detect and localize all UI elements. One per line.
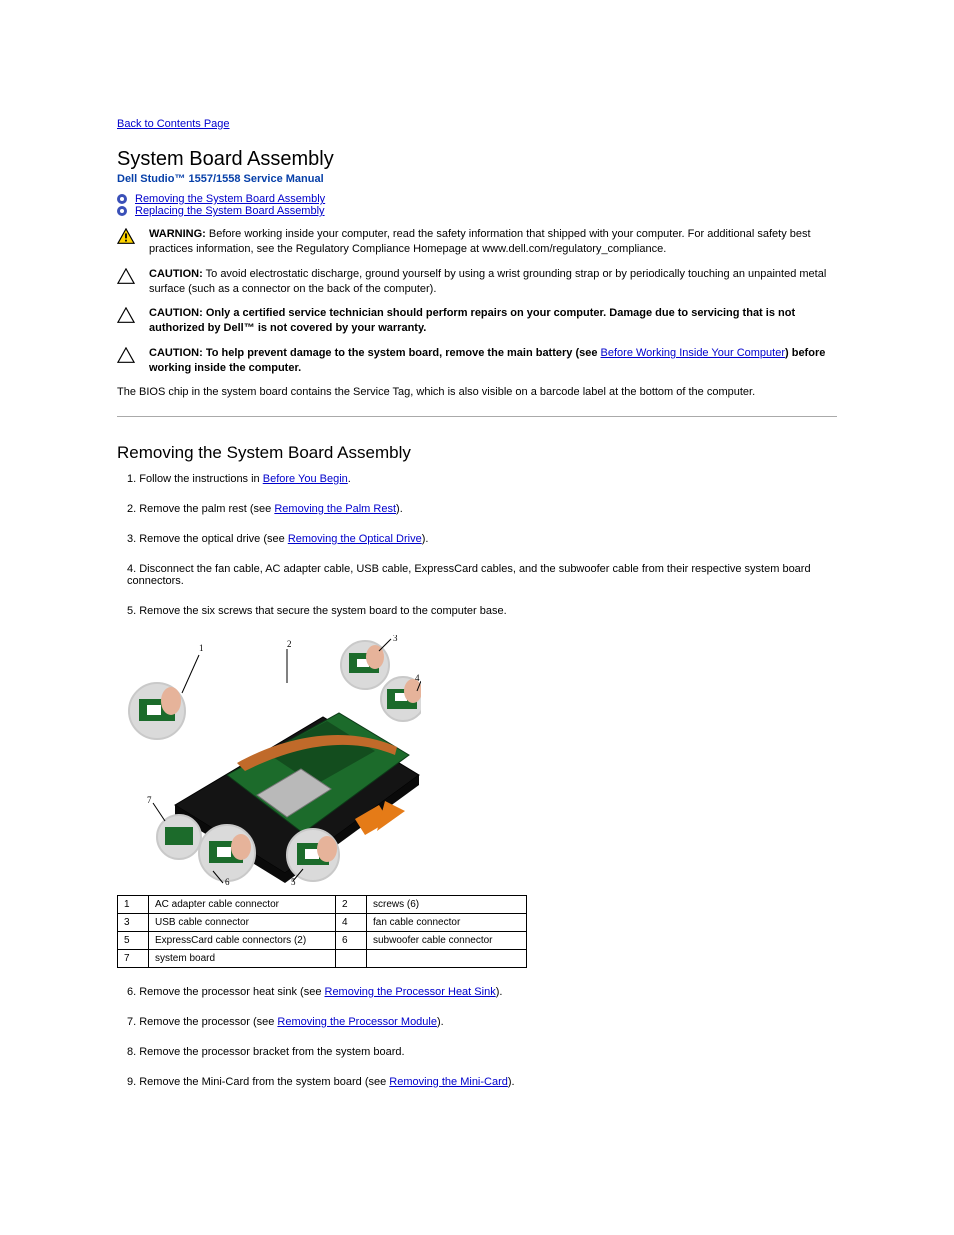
step-3: Remove the optical drive (see Removing t… [121,533,837,545]
step-6-text-b: ). [496,986,503,998]
step-8: Remove the processor bracket from the sy… [121,1046,837,1058]
cell-num: 6 [336,931,367,949]
svg-text:6: 6 [225,877,230,885]
cell-num: 1 [118,895,149,913]
step-5: Remove the six screws that secure the sy… [121,605,837,617]
cell-num: 7 [118,949,149,967]
cell-num: 2 [336,895,367,913]
steps-list: Follow the instructions in Before You Be… [121,473,837,617]
section-remove-heading: Removing the System Board Assembly [117,443,837,463]
step-2: Remove the palm rest (see Removing the P… [121,503,837,515]
system-board-figure: 1 2 3 4 5 6 7 [117,635,421,885]
toc-remove-sysboard-link[interactable]: Removing the System Board Assembly [135,193,325,205]
caution-3-text: CAUTION: To help prevent damage to the s… [149,346,837,376]
svg-text:2: 2 [287,639,292,649]
caution-2-text: CAUTION: Only a certified service techni… [149,306,837,336]
step-9-text-b: ). [508,1076,515,1088]
svg-text:3: 3 [393,635,398,643]
caution-callout-1: CAUTION: To avoid electrostatic discharg… [117,267,837,297]
cell-num: 3 [118,913,149,931]
step-7-text-b: ). [437,1016,444,1028]
manual-subtitle: Dell Studio™ 1557/1558 Service Manual [117,173,837,185]
step-3-text-b: ). [422,533,429,545]
bios-intro-text: The BIOS chip in the system board contai… [117,386,837,398]
cell-label: system board [149,949,336,967]
table-row: 1 AC adapter cable connector 2 screws (6… [118,895,527,913]
step-9-text-a: Remove the Mini-Card from the system boa… [139,1076,389,1088]
cell-label: fan cable connector [367,913,527,931]
step-8-text-a: Remove the processor bracket from the sy… [139,1046,404,1058]
step-1-text-b: . [348,473,351,485]
step-4: Disconnect the fan cable, AC adapter cab… [121,563,837,587]
caution-callout-3: CAUTION: To help prevent damage to the s… [117,346,837,376]
cell-label: subwoofer cable connector [367,931,527,949]
caution-icon [117,268,135,287]
removing-heat-sink-link[interactable]: Removing the Processor Heat Sink [325,986,496,998]
toc: Removing the System Board Assembly Repla… [117,193,837,217]
caution-2-body-b: is not covered by your warranty. [258,322,427,334]
step-6: Remove the processor heat sink (see Remo… [121,986,837,998]
caution-icon [117,307,135,326]
step-1: Follow the instructions in Before You Be… [121,473,837,485]
step-7-text-a: Remove the processor (see [139,1016,277,1028]
caution-1-body: To avoid electrostatic discharge, ground… [149,268,826,295]
removing-optical-drive-link[interactable]: Removing the Optical Drive [288,533,422,545]
step-2-text-b: ). [396,503,403,515]
cell-label: ExpressCard cable connectors (2) [149,931,336,949]
caution-3-lead: CAUTION: [149,347,203,359]
cell-num: 4 [336,913,367,931]
svg-text:5: 5 [291,877,296,885]
before-you-begin-link[interactable]: Before You Begin [263,473,348,485]
removing-mini-card-link[interactable]: Removing the Mini-Card [389,1076,508,1088]
cell-num [336,949,367,967]
caution-1-text: CAUTION: To avoid electrostatic discharg… [149,267,837,297]
caution-callout-2: CAUTION: Only a certified service techni… [117,306,837,336]
step-1-text-a: Follow the instructions in [139,473,263,485]
cell-label [367,949,527,967]
step-3-text-a: Remove the optical drive (see [139,533,288,545]
warning-body: Before working inside your computer, rea… [149,228,811,255]
step-9: Remove the Mini-Card from the system boa… [121,1076,837,1088]
table-row: 7 system board [118,949,527,967]
step-2-text-a: Remove the palm rest (see [139,503,274,515]
toc-replace-sysboard-link[interactable]: Replacing the System Board Assembly [135,205,325,217]
warning-lead: WARNING: [149,228,206,240]
step-5-text: Remove the six screws that secure the sy… [139,605,506,617]
warning-text: WARNING: Before working inside your comp… [149,227,837,257]
warning-callout: WARNING: Before working inside your comp… [117,227,837,257]
removing-processor-link[interactable]: Removing the Processor Module [277,1016,437,1028]
warning-icon [117,228,135,247]
svg-text:1: 1 [199,643,204,653]
back-to-contents-link[interactable]: Back to Contents Page [117,118,230,130]
steps-list-cont: Remove the processor heat sink (see Remo… [121,986,837,1088]
table-row: 5 ExpressCard cable connectors (2) 6 sub… [118,931,527,949]
page-title: System Board Assembly [117,148,837,171]
svg-text:7: 7 [147,795,152,805]
bullet-icon [117,206,127,216]
step-4-text: Disconnect the fan cable, AC adapter cab… [127,563,811,587]
step-6-text-a: Remove the processor heat sink (see [139,986,324,998]
cell-num: 5 [118,931,149,949]
caution-2-body-a: Only a certified service technician shou… [149,307,795,334]
callout-table: 1 AC adapter cable connector 2 screws (6… [117,895,527,968]
caution-3-body-a: To help prevent damage to the system boa… [206,347,601,359]
step-7: Remove the processor (see Removing the P… [121,1016,837,1028]
cell-label: screws (6) [367,895,527,913]
cell-label: AC adapter cable connector [149,895,336,913]
table-row: 3 USB cable connector 4 fan cable connec… [118,913,527,931]
bullet-icon [117,194,127,204]
caution-1-lead: CAUTION: [149,268,203,280]
svg-text:4: 4 [415,673,420,683]
cell-label: USB cable connector [149,913,336,931]
removing-palm-rest-link[interactable]: Removing the Palm Rest [274,503,396,515]
caution-2-lead: CAUTION: [149,307,203,319]
caution-icon [117,347,135,366]
before-working-link[interactable]: Before Working Inside Your Computer [601,347,785,359]
divider [117,416,837,417]
